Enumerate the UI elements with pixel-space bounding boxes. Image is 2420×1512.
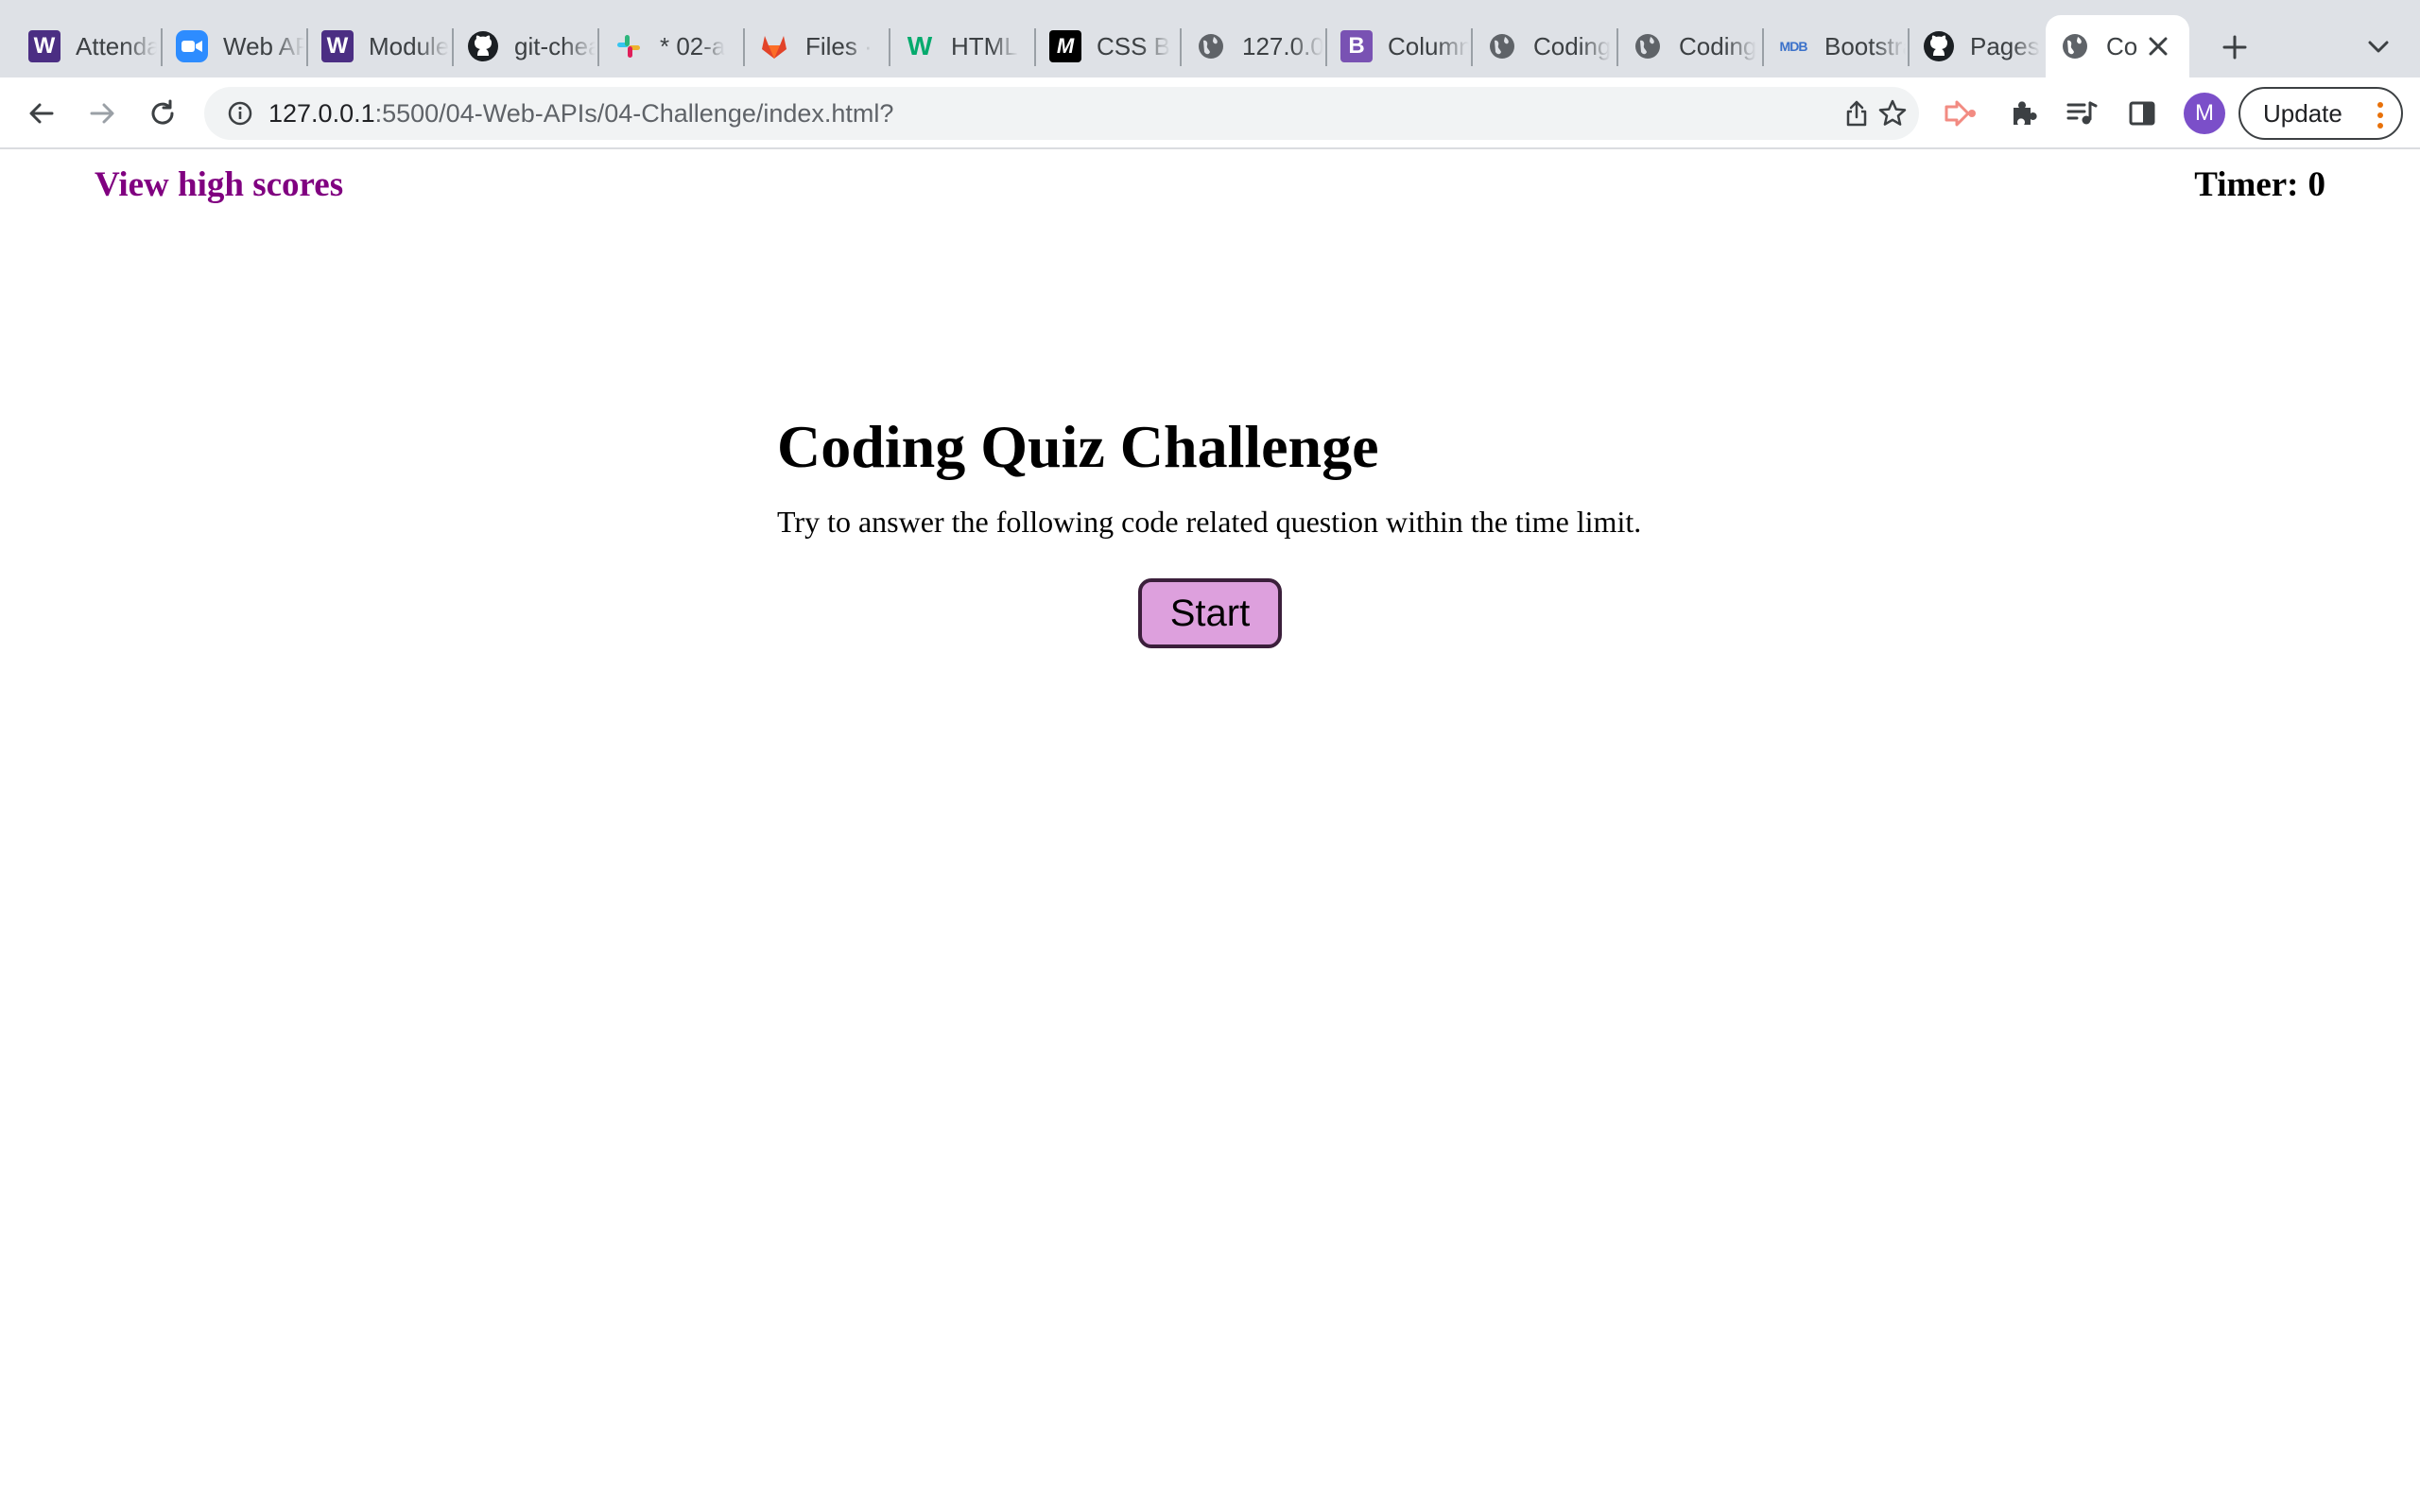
tab-web-apis[interactable]: Web APIs bbox=[163, 15, 304, 77]
quiz-intro: Coding Quiz Challenge Try to answer the … bbox=[777, 412, 1666, 540]
tab-active-coding-quiz[interactable]: Co bbox=[2046, 15, 2189, 77]
tab-search-chevron-down-icon[interactable] bbox=[2356, 25, 2401, 70]
w-logo-icon: W bbox=[321, 30, 354, 62]
tab-title: Coding bbox=[1679, 31, 1757, 60]
tab-title: Columns bbox=[1388, 31, 1469, 60]
slack-icon bbox=[613, 30, 645, 62]
page-title: Coding Quiz Challenge bbox=[777, 413, 1379, 480]
tab-strip: W Attendance Web APIs W Module git-cheat… bbox=[0, 0, 2420, 77]
timer-value: 0 bbox=[2308, 165, 2326, 204]
share-icon[interactable] bbox=[1840, 96, 1874, 130]
tab-slack[interactable]: * 02-a bbox=[599, 15, 741, 77]
tab-title: HTML bbox=[951, 31, 1018, 60]
avatar-letter: M bbox=[2195, 100, 2214, 126]
tab-title: Attendance bbox=[76, 31, 157, 60]
mdb-icon: MDB bbox=[1779, 39, 1808, 54]
github-icon bbox=[467, 30, 499, 62]
globe-icon bbox=[2059, 30, 2091, 62]
tab-bootstrap[interactable]: MDB Bootstrap bbox=[1764, 15, 1906, 77]
tab-localhost[interactable]: 127.0.0.1 bbox=[1182, 15, 1323, 77]
extensions-puzzle-icon[interactable] bbox=[2002, 93, 2044, 134]
profile-avatar[interactable]: M bbox=[2184, 93, 2225, 134]
tab-title: Files · bbox=[805, 31, 873, 60]
tab-coding-1[interactable]: Coding bbox=[1473, 15, 1615, 77]
address-bar[interactable]: 127.0.0.1:5500/04-Web-APIs/04-Challenge/… bbox=[204, 87, 1919, 140]
tab-title: Pages bbox=[1970, 31, 2040, 60]
reload-icon[interactable] bbox=[140, 91, 185, 136]
new-tab-plus-icon[interactable] bbox=[2212, 25, 2257, 70]
site-info-icon[interactable] bbox=[223, 96, 257, 130]
tab-title: * 02-a bbox=[660, 31, 726, 60]
bookmark-star-icon[interactable] bbox=[1876, 96, 1910, 130]
update-button[interactable]: Update bbox=[2238, 87, 2403, 140]
mdn-icon: M bbox=[1049, 30, 1081, 62]
browser-toolbar: 127.0.0.1:5500/04-Web-APIs/04-Challenge/… bbox=[0, 77, 2420, 149]
timer-label: Timer: bbox=[2194, 165, 2299, 204]
view-high-scores-link[interactable]: View high scores bbox=[95, 164, 343, 205]
tab-css[interactable]: M CSS B bbox=[1036, 15, 1178, 77]
globe-icon bbox=[1486, 30, 1518, 62]
tab-git-cheatsheet[interactable]: git-cheatsheet bbox=[454, 15, 596, 77]
page-content: View high scores Timer: 0 Coding Quiz Cha… bbox=[0, 151, 2420, 1512]
w3schools-icon: W bbox=[907, 31, 933, 60]
tab-html[interactable]: W HTML bbox=[890, 15, 1032, 77]
tab-title: CSS B bbox=[1097, 31, 1171, 60]
tab-gitlab-files[interactable]: Files · bbox=[745, 15, 887, 77]
tab-title: Coding bbox=[1533, 31, 1612, 60]
gitlab-icon bbox=[758, 30, 790, 62]
tab-title: Web APIs bbox=[223, 31, 304, 60]
update-label: Update bbox=[2263, 98, 2342, 128]
tab-title: git-cheatsheet bbox=[514, 31, 596, 60]
start-button[interactable]: Start bbox=[1138, 578, 1282, 648]
tab-title: Bootstrap bbox=[1824, 31, 1906, 60]
tab-title: Co bbox=[2106, 31, 2138, 60]
github-icon bbox=[1923, 30, 1955, 62]
bootstrap-icon: B bbox=[1340, 30, 1373, 62]
tab-module[interactable]: W Module bbox=[308, 15, 450, 77]
forward-arrow-icon[interactable] bbox=[79, 91, 125, 136]
timer: Timer: 0 bbox=[2194, 164, 2325, 205]
url-path: :5500/04-Web-APIs/04-Challenge/index.htm… bbox=[374, 99, 894, 128]
tab-attendance[interactable]: W Attendance bbox=[15, 15, 157, 77]
more-menu-icon[interactable] bbox=[2377, 102, 2384, 129]
close-tab-icon[interactable] bbox=[2140, 28, 2176, 64]
media-queue-icon[interactable] bbox=[2061, 93, 2102, 134]
tab-coding-2[interactable]: Coding bbox=[1618, 15, 1760, 77]
back-arrow-icon[interactable] bbox=[19, 91, 64, 136]
extension-arrow-icon[interactable] bbox=[1940, 93, 1981, 134]
tab-columns[interactable]: B Columns bbox=[1327, 15, 1469, 77]
tab-pages[interactable]: Pages bbox=[1910, 15, 2051, 77]
tab-title: Module bbox=[369, 31, 450, 60]
side-panel-icon[interactable] bbox=[2121, 93, 2163, 134]
zoom-icon bbox=[176, 30, 208, 62]
w-logo-icon: W bbox=[28, 30, 60, 62]
globe-icon bbox=[1195, 30, 1227, 62]
tab-title: 127.0.0.1 bbox=[1242, 31, 1323, 60]
url-host: 127.0.0.1 bbox=[268, 99, 375, 128]
url-text[interactable]: 127.0.0.1:5500/04-Web-APIs/04-Challenge/… bbox=[268, 87, 893, 140]
globe-icon bbox=[1632, 30, 1664, 62]
quiz-description: Try to answer the following code related… bbox=[777, 504, 1642, 539]
